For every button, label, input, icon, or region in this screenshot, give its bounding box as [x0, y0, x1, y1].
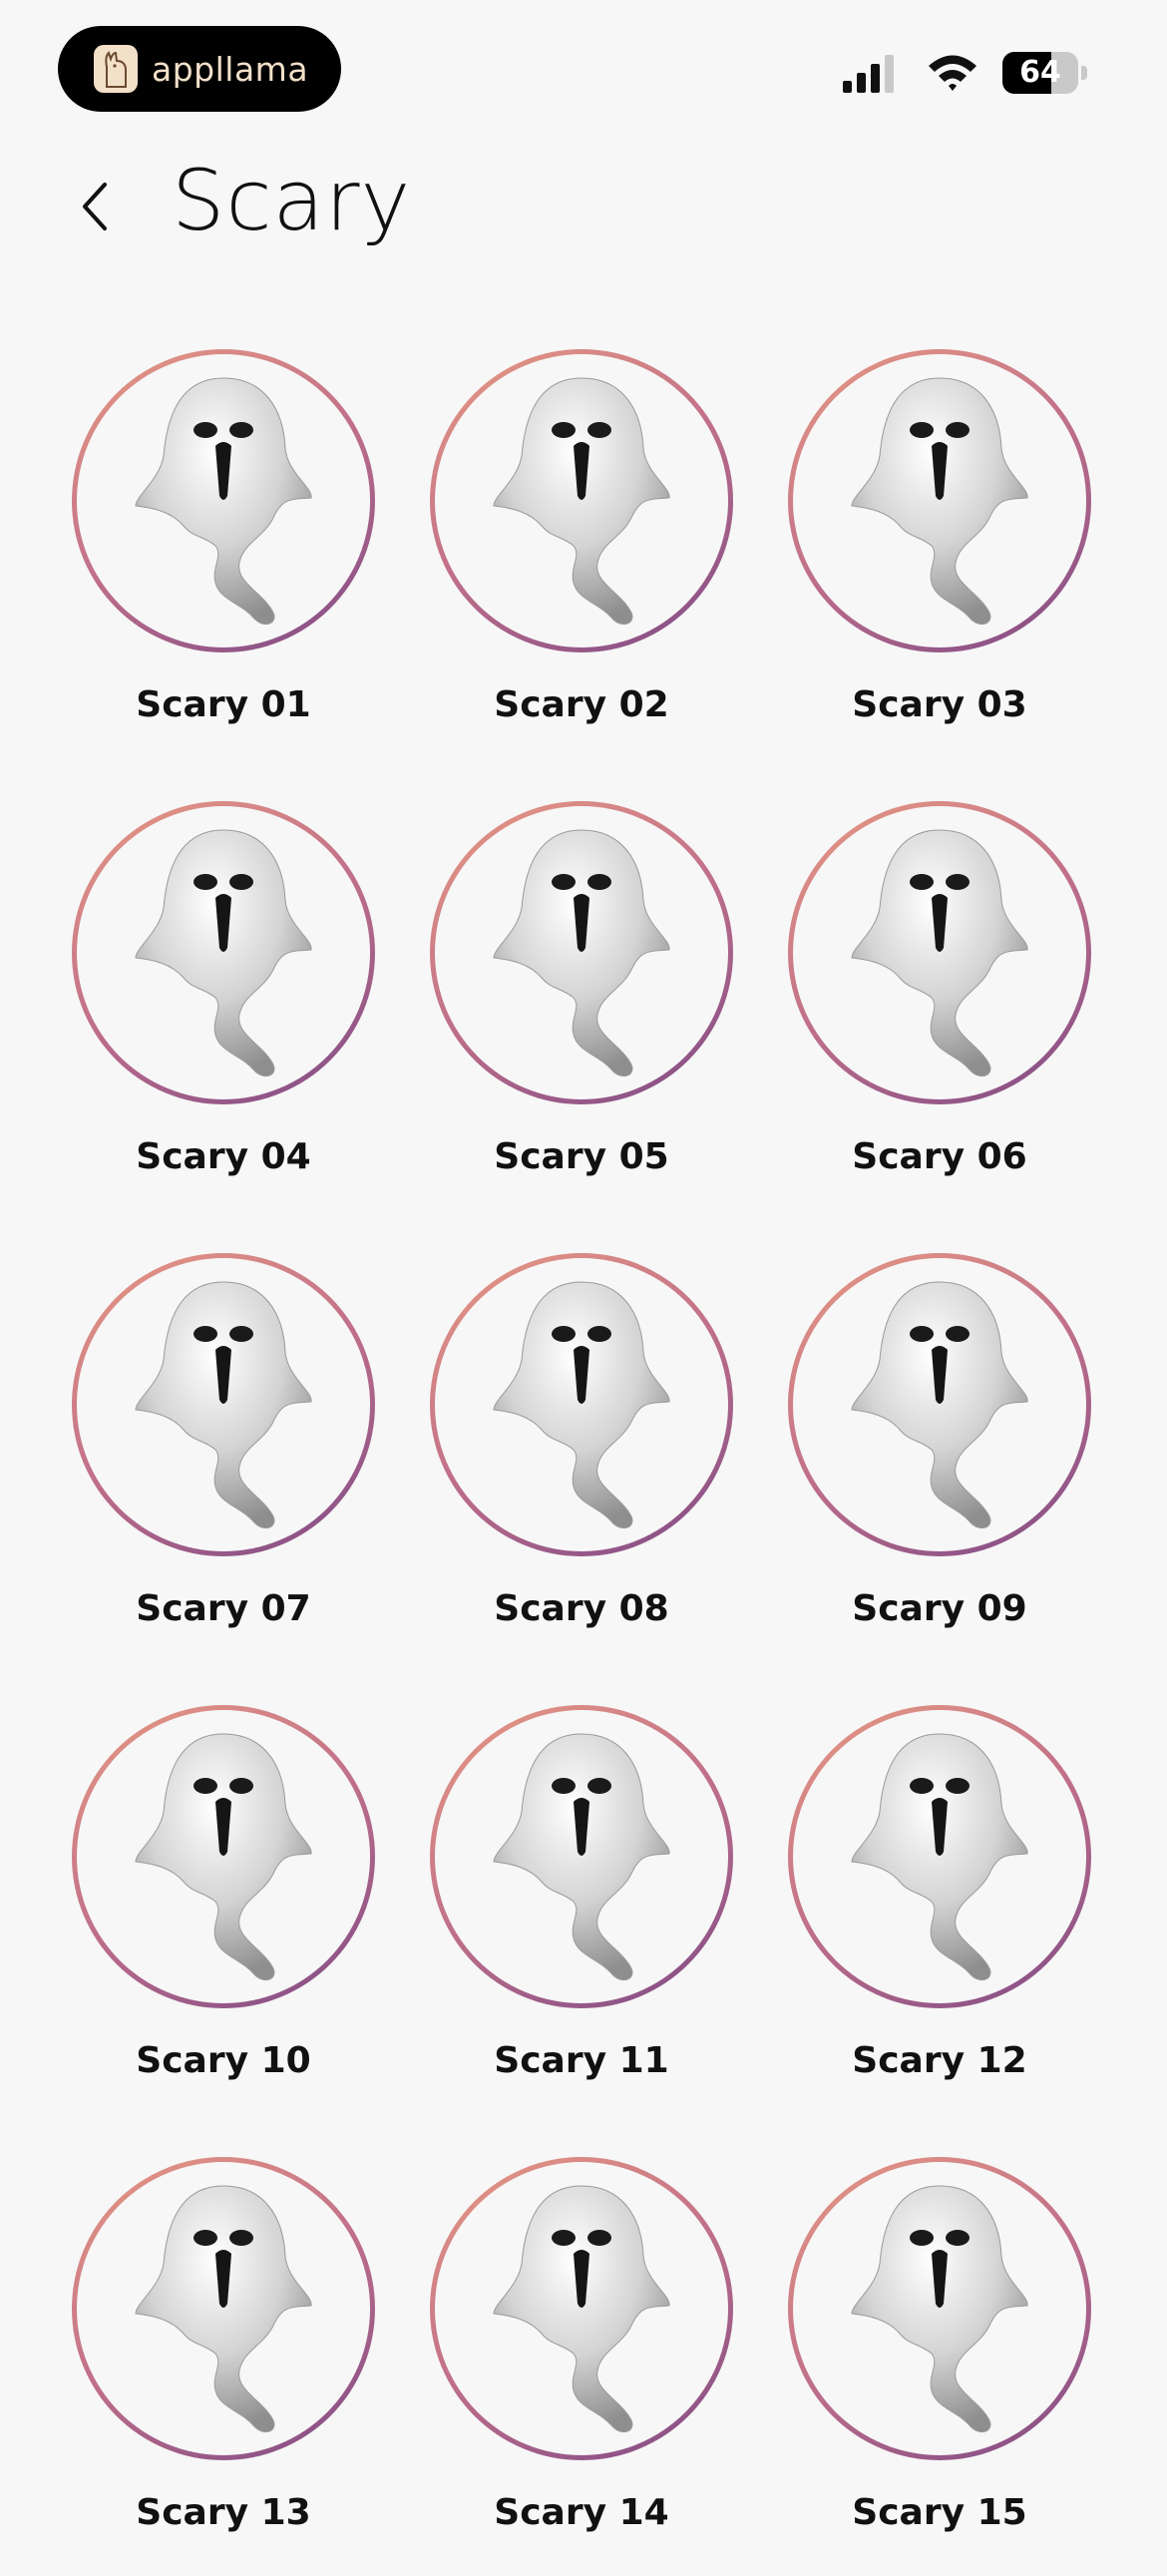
ghost-icon: [851, 1281, 1028, 1529]
ghost-icon: [851, 1733, 1028, 1981]
sound-ring: [430, 801, 733, 1104]
page-title: Scary: [172, 152, 412, 249]
sound-label: Scary 08: [494, 1588, 669, 1629]
brand-name: appllama: [152, 49, 309, 89]
ghost-icon: [493, 829, 670, 1077]
sound-label: Scary 03: [852, 684, 1027, 725]
sound-ring: [72, 2157, 375, 2460]
sound-thumbnail: [77, 1710, 370, 2003]
sound-item[interactable]: Scary 07: [59, 1253, 388, 1672]
sound-thumbnail: [435, 1710, 728, 2003]
sound-thumbnail: [77, 806, 370, 1099]
sound-ring: [788, 1253, 1091, 1556]
battery-level: 64: [1019, 55, 1061, 90]
sound-ring: [430, 2157, 733, 2460]
ghost-icon: [851, 377, 1028, 626]
sound-item[interactable]: Scary 12: [775, 1705, 1104, 2124]
sound-label: Scary 13: [136, 2492, 311, 2533]
ghost-icon: [493, 1281, 670, 1529]
sound-thumbnail: [793, 2162, 1086, 2455]
sound-ring: [72, 1253, 375, 1556]
sound-item[interactable]: Scary 04: [59, 801, 388, 1220]
ghost-icon: [493, 2185, 670, 2433]
sound-thumbnail: [77, 2162, 370, 2455]
status-icons: 64: [841, 52, 1087, 94]
llama-logo-icon: [94, 45, 138, 93]
sound-label: Scary 04: [136, 1136, 311, 1177]
back-button[interactable]: [60, 172, 130, 241]
sound-ring: [430, 349, 733, 652]
sound-item[interactable]: Scary 13: [59, 2157, 388, 2576]
sound-item[interactable]: Scary 15: [775, 2157, 1104, 2576]
sound-label: Scary 14: [494, 2492, 669, 2533]
wifi-icon: [929, 55, 976, 91]
ghost-icon: [135, 377, 312, 626]
battery-nub: [1081, 66, 1087, 80]
sound-item[interactable]: Scary 14: [417, 2157, 746, 2576]
cellular-signal-icon: [843, 55, 894, 93]
sound-ring: [430, 1253, 733, 1556]
sound-label: Scary 11: [494, 2040, 669, 2081]
sound-item[interactable]: Scary 06: [775, 801, 1104, 1220]
sound-ring: [72, 349, 375, 652]
sound-ring: [788, 349, 1091, 652]
sound-thumbnail: [793, 354, 1086, 647]
sound-label: Scary 10: [136, 2040, 311, 2081]
sound-label: Scary 02: [494, 684, 669, 725]
sound-ring: [72, 801, 375, 1104]
sound-item[interactable]: Scary 03: [775, 349, 1104, 768]
sound-label: Scary 05: [494, 1136, 669, 1177]
sound-thumbnail: [793, 1710, 1086, 2003]
sound-item[interactable]: Scary 02: [417, 349, 746, 768]
sound-thumbnail: [793, 1258, 1086, 1551]
ghost-icon: [135, 829, 312, 1077]
sound-ring: [788, 1705, 1091, 2008]
ghost-icon: [493, 1733, 670, 1981]
header: Scary: [0, 150, 1167, 279]
sound-thumbnail: [77, 1258, 370, 1551]
sound-item[interactable]: Scary 10: [59, 1705, 388, 2124]
sound-item[interactable]: Scary 05: [417, 801, 746, 1220]
sound-label: Scary 06: [852, 1136, 1027, 1177]
chevron-left-icon: [83, 183, 107, 230]
sound-thumbnail: [793, 806, 1086, 1099]
ghost-icon: [493, 377, 670, 626]
sound-ring: [430, 1705, 733, 2008]
sound-thumbnail: [435, 2162, 728, 2455]
sound-ring: [788, 2157, 1091, 2460]
sound-thumbnail: [77, 354, 370, 647]
ghost-icon: [135, 1281, 312, 1529]
sound-item[interactable]: Scary 09: [775, 1253, 1104, 1672]
status-bar: appllama 64: [0, 0, 1167, 140]
sound-thumbnail: [435, 806, 728, 1099]
sound-label: Scary 07: [136, 1588, 311, 1629]
sound-ring: [788, 801, 1091, 1104]
ghost-icon: [851, 829, 1028, 1077]
sound-thumbnail: [435, 1258, 728, 1551]
ghost-icon: [135, 1733, 312, 1981]
sound-thumbnail: [435, 354, 728, 647]
ghost-icon: [851, 2185, 1028, 2433]
ghost-icon: [135, 2185, 312, 2433]
sound-label: Scary 01: [136, 684, 311, 725]
brand-badge[interactable]: appllama: [58, 26, 341, 112]
sound-item[interactable]: Scary 11: [417, 1705, 746, 2124]
battery-icon: 64: [1002, 52, 1078, 94]
sound-label: Scary 09: [852, 1588, 1027, 1629]
sound-item[interactable]: Scary 08: [417, 1253, 746, 1672]
sound-item[interactable]: Scary 01: [59, 349, 388, 768]
sound-label: Scary 15: [852, 2492, 1027, 2533]
sound-label: Scary 12: [852, 2040, 1027, 2081]
sound-ring: [72, 1705, 375, 2008]
